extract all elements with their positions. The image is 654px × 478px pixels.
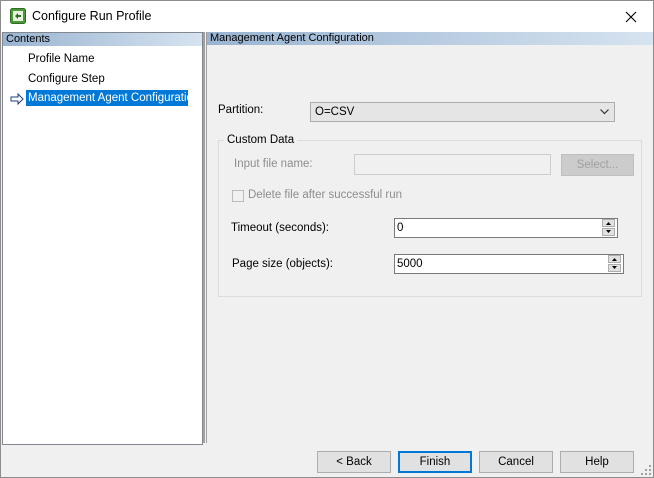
caret-down-icon — [606, 230, 611, 233]
chevron-down-icon — [600, 109, 609, 115]
back-button[interactable]: < Back — [317, 451, 391, 473]
timeout-value: 0 — [397, 222, 404, 234]
nav-item-profile-name[interactable]: Profile Name — [26, 51, 96, 67]
current-step-arrow-icon — [10, 93, 24, 105]
input-file-name-field[interactable] — [354, 154, 551, 175]
close-icon — [625, 11, 637, 22]
contents-panel: Contents Profile Name Configure Step Man… — [2, 32, 203, 445]
page-size-stepper[interactable]: 5000 — [394, 254, 624, 274]
partition-label: Partition: — [218, 104, 264, 116]
page-size-label: Page size (objects): — [232, 258, 333, 270]
panel-splitter[interactable] — [203, 32, 205, 443]
contents-header: Contents — [3, 33, 202, 46]
nav-item-configure-step[interactable]: Configure Step — [26, 71, 107, 87]
configuration-header: Management Agent Configuration — [207, 32, 653, 45]
delete-file-label: Delete file after successful run — [248, 189, 403, 201]
page-size-decrement-button[interactable] — [608, 264, 621, 272]
title-bar: Configure Run Profile — [1, 1, 653, 32]
cancel-button[interactable]: Cancel — [479, 451, 553, 473]
timeout-spinner — [602, 219, 616, 237]
caret-up-icon — [612, 258, 617, 261]
configuration-panel: Management Agent Configuration Partition… — [206, 32, 653, 443]
delete-file-checkbox[interactable] — [232, 190, 244, 202]
partition-value: O=CSV — [315, 106, 355, 118]
caret-up-icon — [606, 222, 611, 225]
custom-data-group: Custom Data Input file name: Select... D… — [218, 134, 642, 297]
close-button[interactable] — [609, 1, 653, 32]
help-button[interactable]: Help — [560, 451, 634, 473]
timeout-label: Timeout (seconds): — [231, 222, 329, 234]
page-size-spinner — [608, 255, 622, 273]
caret-down-icon — [612, 266, 617, 269]
timeout-stepper[interactable]: 0 — [394, 218, 618, 238]
select-file-button[interactable]: Select... — [561, 154, 634, 176]
finish-button[interactable]: Finish — [398, 451, 472, 473]
input-file-name-label: Input file name: — [234, 158, 313, 170]
custom-data-title: Custom Data — [224, 134, 298, 146]
timeout-increment-button[interactable] — [602, 219, 615, 227]
run-profile-app-icon — [10, 8, 26, 24]
page-size-value: 5000 — [397, 258, 423, 270]
nav-item-management-agent-configuration[interactable]: Management Agent Configuration — [26, 90, 199, 106]
page-size-increment-button[interactable] — [608, 255, 621, 263]
timeout-decrement-button[interactable] — [602, 228, 615, 236]
partition-dropdown[interactable]: O=CSV — [310, 102, 615, 122]
resize-grip-icon[interactable] — [641, 465, 651, 475]
configure-run-profile-dialog: Configure Run Profile Contents Profile N… — [0, 0, 654, 478]
window-title: Configure Run Profile — [32, 9, 152, 23]
